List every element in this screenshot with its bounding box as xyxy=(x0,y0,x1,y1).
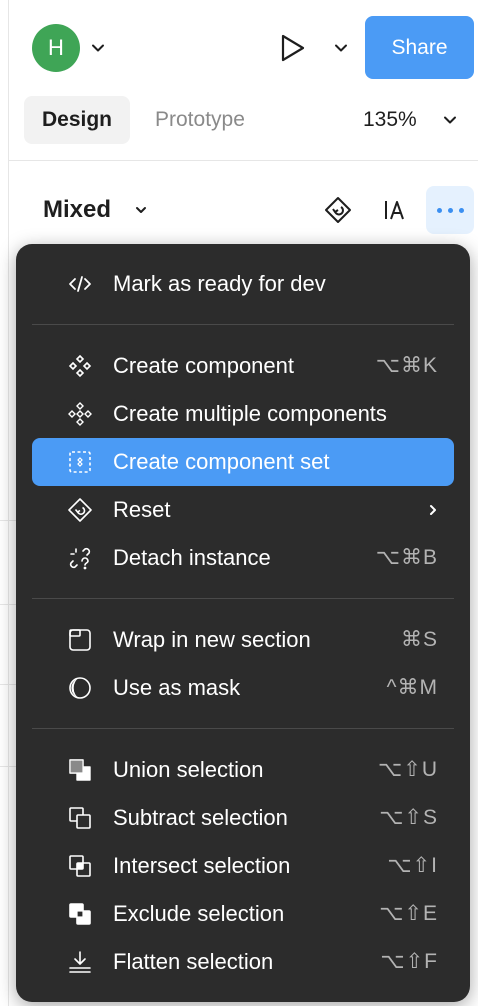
more-options-button[interactable] xyxy=(426,186,474,234)
subtract-icon xyxy=(69,807,91,829)
reset-icon xyxy=(68,498,92,522)
menu-separator xyxy=(32,324,454,325)
menu-item-create-component-set[interactable]: Create component set xyxy=(32,438,454,486)
chevron-down-icon[interactable] xyxy=(442,112,458,128)
reset-instance-icon[interactable] xyxy=(316,188,360,232)
share-button[interactable]: Share xyxy=(365,16,474,79)
menu-item-subtract-selection[interactable]: Subtract selection ⌥⇧S xyxy=(32,794,454,842)
menu-item-union-selection[interactable]: Union selection ⌥⇧U xyxy=(32,746,454,794)
divider xyxy=(0,604,16,605)
chevron-down-icon[interactable] xyxy=(133,202,149,218)
menu-item-label: Reset xyxy=(113,497,171,522)
menu-item-create-multiple-components[interactable]: Create multiple components xyxy=(32,390,454,438)
menu-separator xyxy=(32,728,454,729)
shortcut-label: ⌥⇧E xyxy=(379,902,438,925)
menu-item-reset[interactable]: Reset xyxy=(32,486,454,534)
menu-item-label: Create multiple components xyxy=(113,401,387,426)
menu-item-label: Intersect selection xyxy=(113,853,291,878)
menu-item-detach-instance[interactable]: Detach instance ⌥⌘B xyxy=(32,534,454,582)
section-icon xyxy=(69,629,91,651)
text-style-icon[interactable] xyxy=(373,188,417,232)
selection-label[interactable]: Mixed xyxy=(43,188,111,232)
chevron-right-icon xyxy=(430,505,436,515)
menu-item-label: Wrap in new section xyxy=(113,627,311,652)
code-icon xyxy=(69,276,91,292)
menu-item-label: Create component xyxy=(113,353,294,378)
shortcut-label: ⌥⌘B xyxy=(375,546,438,569)
component-set-icon xyxy=(69,451,91,473)
menu-item-label: Union selection xyxy=(113,757,264,782)
flatten-icon xyxy=(69,951,91,973)
menu-item-label: Use as mask xyxy=(113,675,241,700)
tab-design[interactable]: Design xyxy=(24,96,130,144)
shortcut-label: ⌥⇧U xyxy=(378,758,438,781)
divider xyxy=(0,684,16,685)
exclude-icon xyxy=(69,903,91,925)
divider xyxy=(0,520,16,521)
menu-item-label: Flatten selection xyxy=(113,949,274,974)
avatar[interactable]: H xyxy=(32,24,80,72)
component-icon xyxy=(68,354,92,378)
menu-item-label: Subtract selection xyxy=(113,805,288,830)
dot xyxy=(436,207,442,213)
play-icon[interactable] xyxy=(278,32,308,64)
shortcut-label: ⌘S xyxy=(400,628,438,651)
zoom-level[interactable]: 135% xyxy=(363,96,417,144)
menu-separator xyxy=(32,598,454,599)
multiple-components-icon xyxy=(68,402,92,426)
intersect-icon xyxy=(69,855,91,877)
menu-item-label: Detach instance xyxy=(113,545,271,570)
mask-icon xyxy=(69,677,91,699)
detach-icon xyxy=(69,547,91,570)
context-menu: Mark as ready for dev Create component ⌥… xyxy=(16,244,470,1002)
shortcut-label: ⌥⇧S xyxy=(379,806,438,829)
union-icon xyxy=(69,759,91,781)
divider xyxy=(0,766,16,767)
chevron-down-icon[interactable] xyxy=(333,40,349,56)
divider xyxy=(8,160,478,161)
menu-item-exclude-selection[interactable]: Exclude selection ⌥⇧E xyxy=(32,890,454,938)
menu-item-label: Mark as ready for dev xyxy=(113,271,326,296)
shortcut-label: ⌥⇧I xyxy=(387,854,438,877)
shortcut-label: ^⌘M xyxy=(386,676,438,699)
menu-item-create-component[interactable]: Create component ⌥⌘K xyxy=(32,342,454,390)
menu-item-intersect-selection[interactable]: Intersect selection ⌥⇧I xyxy=(32,842,454,890)
dot xyxy=(458,207,464,213)
menu-item-label: Exclude selection xyxy=(113,901,285,926)
menu-item-wrap-in-section[interactable]: Wrap in new section ⌘S xyxy=(32,616,454,664)
shortcut-label: ⌥⇧F xyxy=(380,950,438,973)
dot xyxy=(447,207,453,213)
canvas-edge xyxy=(0,0,9,1006)
menu-item-label: Create component set xyxy=(113,449,330,474)
menu-item-use-as-mask[interactable]: Use as mask ^⌘M xyxy=(32,664,454,712)
tab-prototype[interactable]: Prototype xyxy=(155,96,245,144)
shortcut-label: ⌥⌘K xyxy=(375,354,438,377)
chevron-down-icon[interactable] xyxy=(90,40,106,56)
menu-item-flatten-selection[interactable]: Flatten selection ⌥⇧F xyxy=(32,938,454,986)
menu-item-mark-ready[interactable]: Mark as ready for dev xyxy=(32,260,454,308)
